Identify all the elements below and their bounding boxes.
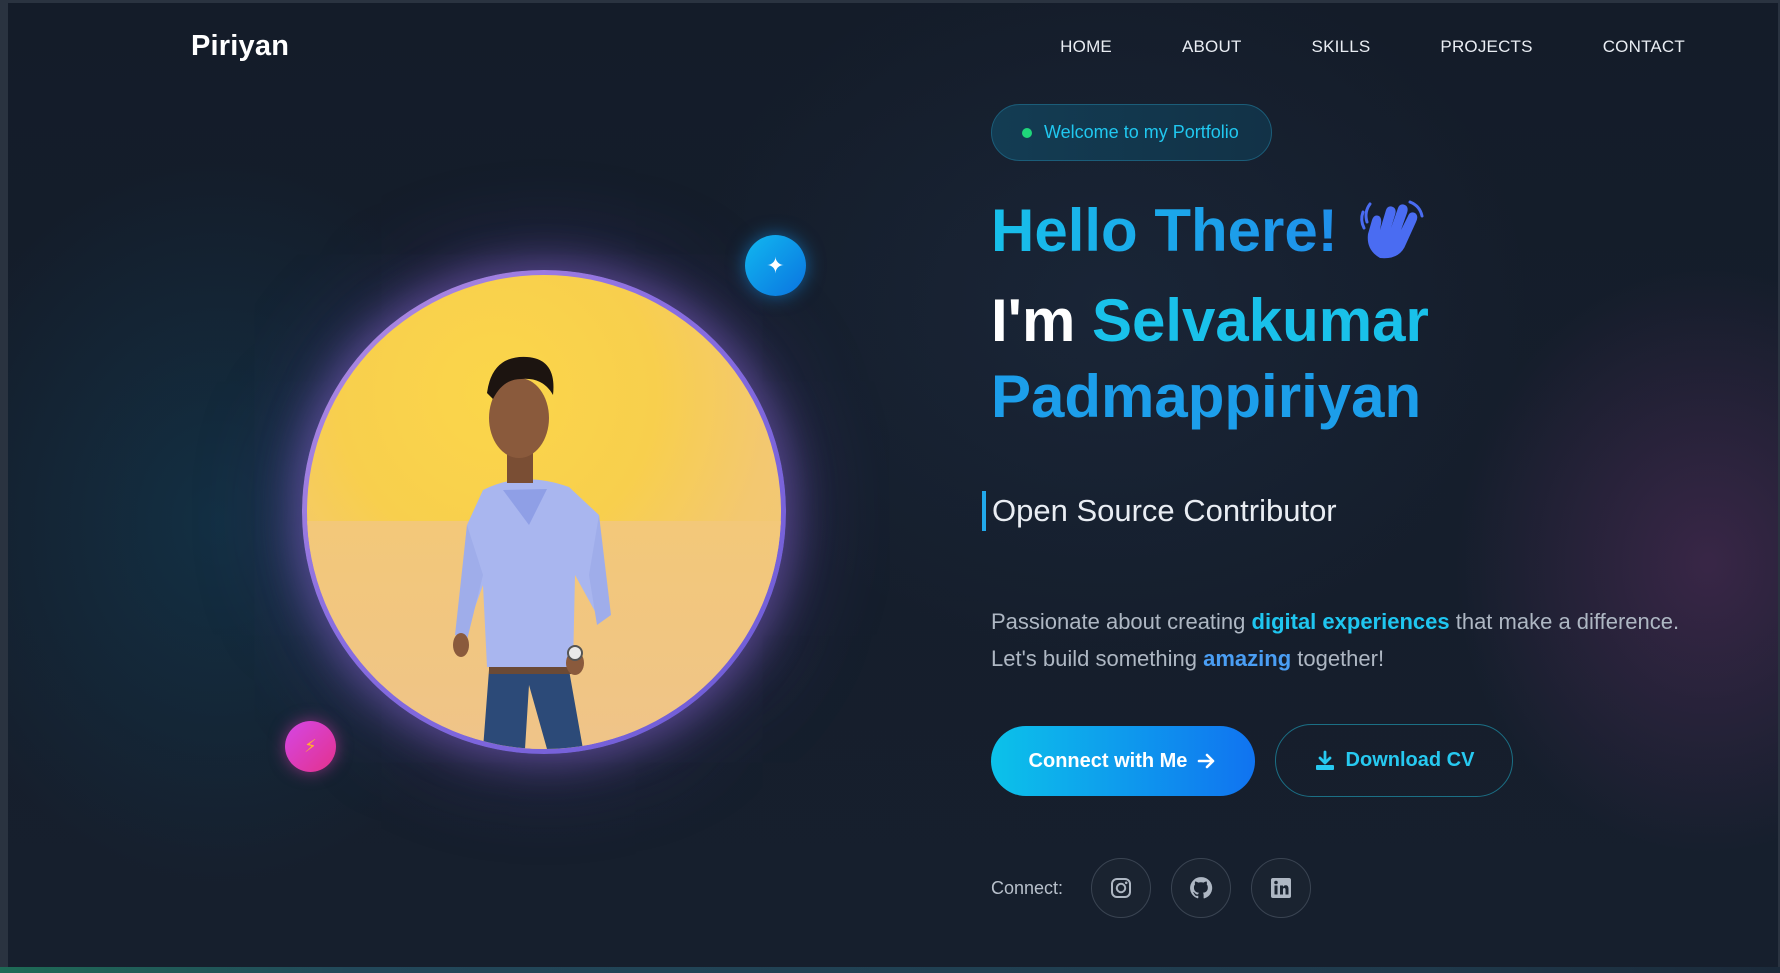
connect-label: Connect: (991, 878, 1064, 898)
browser-viewport: Piriyan HOME ABOUT SKILLS PROJECTS CONTA… (8, 3, 1778, 969)
last-name: Padmappiriyan (991, 363, 1422, 430)
taskbar-strip (0, 967, 1780, 973)
connect-button-label: Connect with Me (1028, 749, 1188, 772)
role-text: Open Source Contributor (992, 493, 1337, 528)
hero-description: Passionate about creating digital experi… (991, 603, 1711, 677)
profile-photo (307, 275, 781, 749)
instagram-link[interactable] (1091, 858, 1151, 918)
github-icon (1190, 877, 1213, 899)
bolt-badge: ⚡ (285, 721, 336, 772)
instagram-icon (1111, 878, 1131, 898)
site-logo[interactable]: Piriyan (191, 30, 289, 63)
sparkle-icon: ✦ (766, 252, 785, 278)
bolt-icon: ⚡ (304, 736, 317, 756)
github-link[interactable] (1171, 858, 1231, 918)
status-dot (1022, 127, 1032, 138)
arrow-right-icon (1198, 753, 1215, 769)
welcome-text: Welcome to my Portfolio (1044, 122, 1239, 142)
sparkle-badge: ✦ (745, 235, 806, 296)
desc-highlight-1: digital experiences (1251, 609, 1450, 634)
download-cv-button[interactable]: Download CV (1275, 724, 1513, 797)
im-text: I'm (991, 287, 1076, 354)
linkedin-icon (1271, 878, 1291, 898)
person-figure (453, 356, 611, 749)
desc-text-2: that make a difference. (1449, 609, 1680, 634)
cursor-bar (982, 491, 986, 531)
first-name: Selvakumar (1091, 287, 1429, 354)
desc-text-4: together! (1291, 646, 1385, 671)
download-icon (1315, 750, 1334, 770)
profile-photo-ring (302, 270, 786, 754)
desc-text-3: Let's build something (991, 646, 1204, 671)
nav-projects[interactable]: PROJECTS (1440, 37, 1532, 57)
linkedin-link[interactable] (1251, 858, 1311, 918)
nav-contact[interactable]: CONTACT (1603, 37, 1685, 57)
desc-highlight-2: amazing (1203, 646, 1292, 671)
name-line-1: I'm Selvakumar (991, 286, 1429, 355)
welcome-pill: Welcome to my Portfolio (991, 104, 1272, 161)
download-cv-label: Download CV (1345, 749, 1475, 771)
desc-text-1: Passionate about creating (991, 609, 1252, 634)
nav-home[interactable]: HOME (1060, 37, 1112, 57)
nav-skills[interactable]: SKILLS (1312, 37, 1371, 57)
connect-button[interactable]: Connect with Me (991, 726, 1255, 796)
waving-hand-icon (1360, 200, 1424, 259)
greeting-heading: Hello There! (991, 197, 1338, 264)
main-nav: HOME ABOUT SKILLS PROJECTS CONTACT (990, 37, 1685, 57)
role-typewriter: Open Source Contributor (982, 491, 1337, 531)
nav-about[interactable]: ABOUT (1182, 37, 1242, 57)
